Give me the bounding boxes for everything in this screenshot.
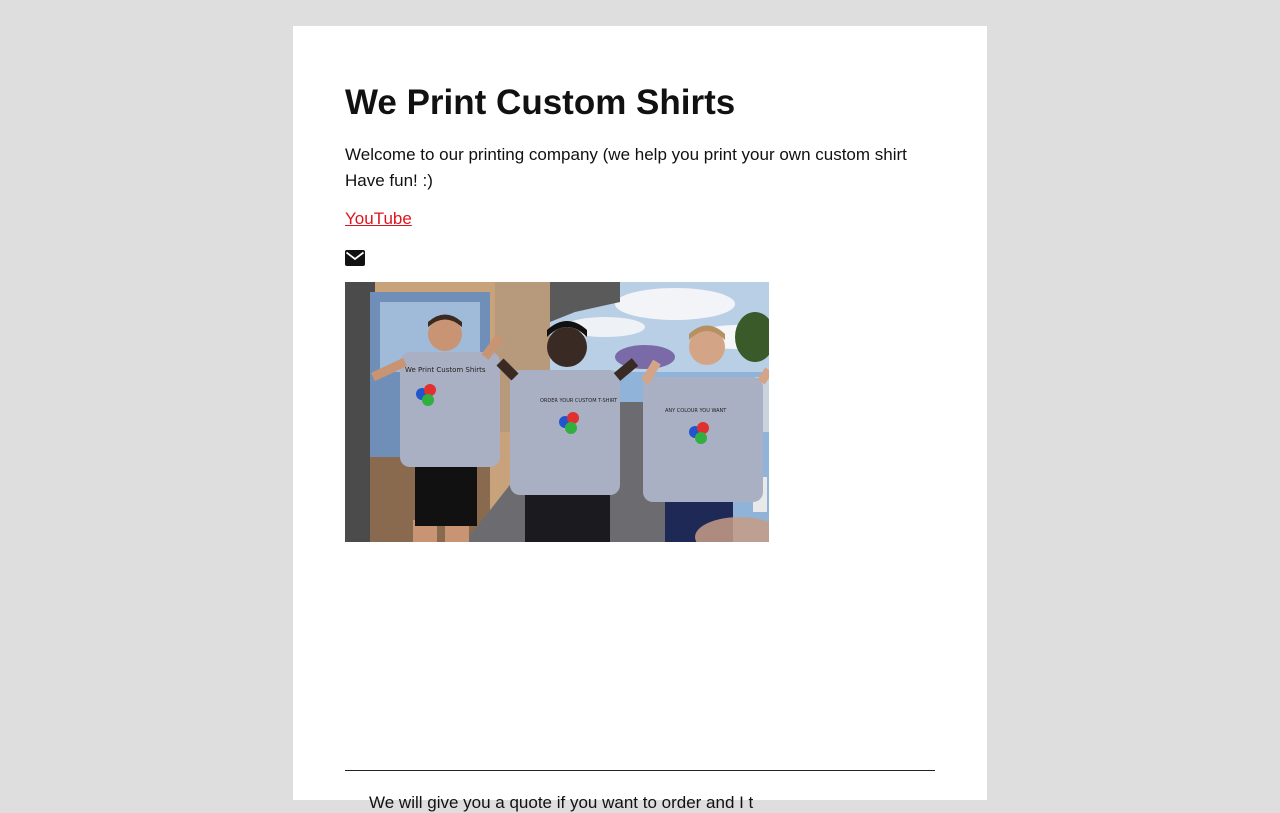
shirt-print-text-1: We Print Custom Shirts [405, 366, 486, 374]
shirts-photo: We Print Custom Shirts ORDER YOUR CUSTOM… [345, 282, 769, 542]
footer-text: We will give you a quote if you want to … [369, 793, 754, 812]
intro-line-2: Have fun! :) [345, 171, 433, 190]
shirt-print-text-3: ANY COLOUR YOU WANT [665, 408, 727, 414]
shirt-print-text-2: ORDER YOUR CUSTOM T-SHIRT [540, 398, 618, 404]
page-title: We Print Custom Shirts [345, 83, 736, 122]
intro-text: Welcome to our printing company (we help… [345, 142, 945, 194]
envelope-icon[interactable] [345, 250, 365, 266]
youtube-link[interactable]: YouTube [345, 208, 412, 230]
intro-line-1: Welcome to our printing company (we help… [345, 145, 907, 164]
page-card: We Print Custom Shirts Welcome to our pr… [293, 26, 987, 812]
footer-divider [345, 770, 935, 771]
